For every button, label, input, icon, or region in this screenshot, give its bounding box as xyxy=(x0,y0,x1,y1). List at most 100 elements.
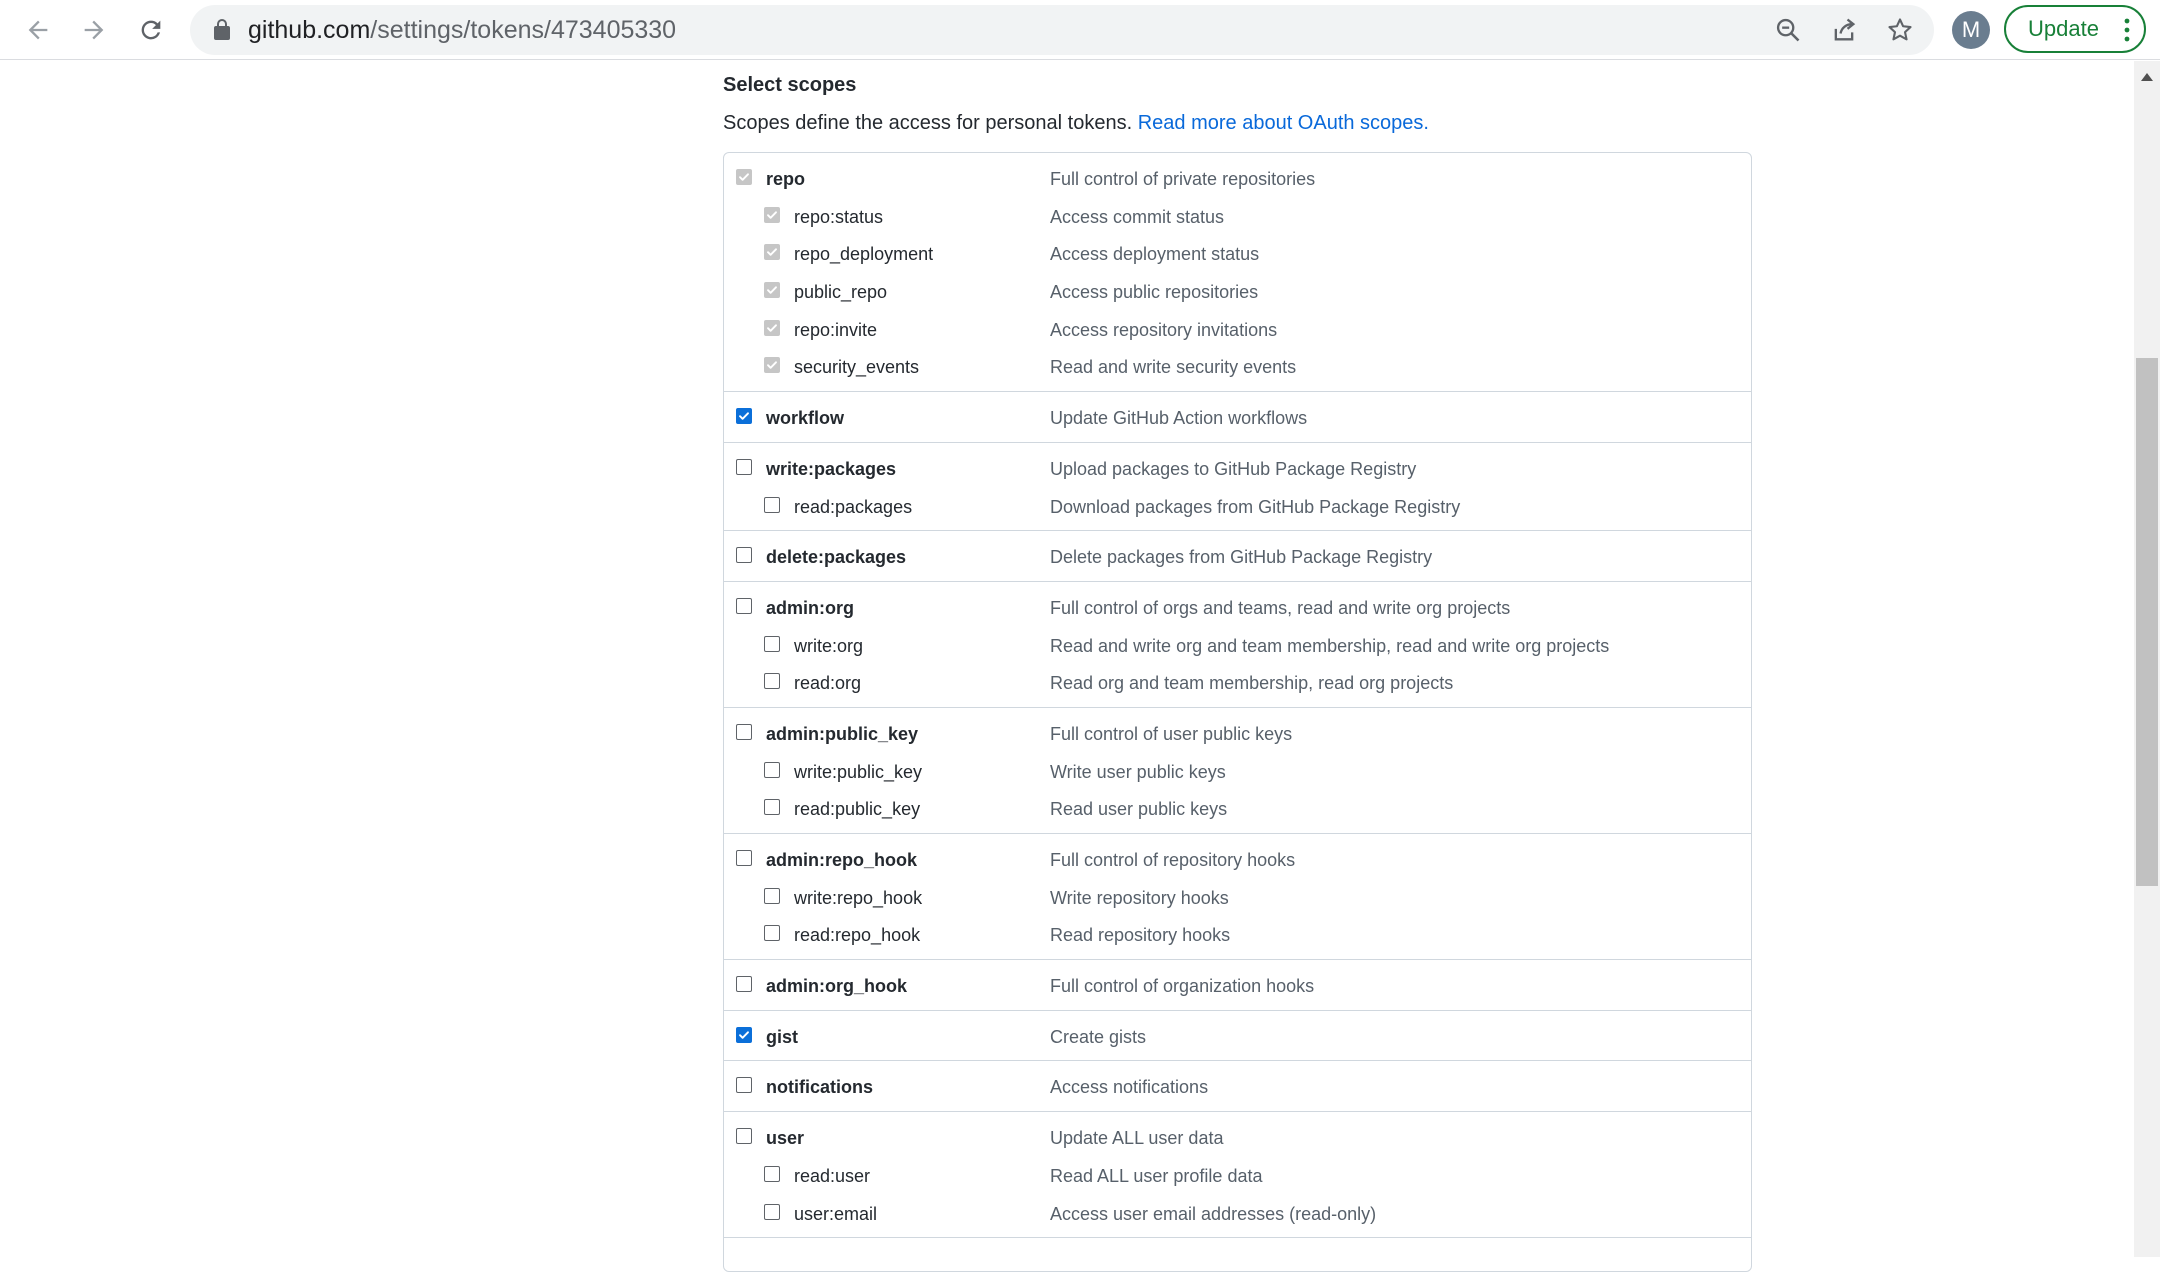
scope-group: notifications Access notifications xyxy=(724,1061,1751,1113)
scope-name[interactable]: user xyxy=(766,1128,804,1149)
oauth-scopes-link[interactable]: Read more about OAuth scopes. xyxy=(1138,112,1429,134)
checkbox-write-repo-hook[interactable] xyxy=(764,887,780,904)
checkbox-repo xyxy=(736,169,752,185)
scope-name[interactable]: admin:repo_hook xyxy=(766,850,917,871)
scope-name[interactable]: write:org xyxy=(794,636,863,657)
scope-name[interactable]: delete:packages xyxy=(766,547,906,568)
checkbox-write-org[interactable] xyxy=(764,635,780,652)
profile-avatar[interactable]: M xyxy=(1952,11,1990,49)
scroll-up-arrow-icon[interactable] xyxy=(2141,73,2153,81)
description-text: Scopes define the access for personal to… xyxy=(723,112,1133,134)
scope-description: Full control of organization hooks xyxy=(1050,976,1315,997)
scope-description: Download packages from GitHub Package Re… xyxy=(1050,496,1461,517)
scrollbar-thumb[interactable] xyxy=(2136,358,2158,886)
scope-description: Create gists xyxy=(1050,1026,1147,1047)
scope-row-write-repo-hook: write:repo_hook Write repository hooks xyxy=(724,878,1751,916)
checkbox-admin-public-key[interactable] xyxy=(736,723,752,740)
scope-description: Full control of user public keys xyxy=(1050,723,1293,744)
scope-name[interactable]: gist xyxy=(766,1027,798,1048)
scope-group: delete:packages Delete packages from GitH… xyxy=(724,531,1751,582)
checkbox-read-public-key[interactable] xyxy=(764,799,780,816)
url-text[interactable]: github.com/settings/tokens/473405330 xyxy=(248,16,676,44)
checkbox-write-packages[interactable] xyxy=(736,458,752,475)
scope-name[interactable]: repo:status xyxy=(794,207,883,228)
scope-name[interactable]: admin:public_key xyxy=(766,724,918,745)
checkbox-read-user[interactable] xyxy=(764,1165,780,1182)
scope-name[interactable]: security_events xyxy=(794,357,919,378)
scope-row-read-user: read:user Read ALL user profile data xyxy=(724,1156,1751,1194)
scope-row-write-packages: write:packages Upload packages to GitHub … xyxy=(724,449,1751,487)
lock-icon[interactable] xyxy=(210,18,234,42)
scope-description: Full control of private repositories xyxy=(1050,169,1316,189)
scope-description: Access public repositories xyxy=(1050,282,1259,303)
page-title: Select scopes xyxy=(723,74,857,96)
bookmark-button[interactable] xyxy=(1884,14,1916,46)
scope-description: Write repository hooks xyxy=(1050,887,1229,908)
checkbox-admin-org[interactable] xyxy=(736,597,752,614)
share-icon xyxy=(1834,18,1856,41)
checkbox-public-repo xyxy=(764,282,780,299)
scope-group: workflow Update GitHub Action workflows xyxy=(724,392,1751,443)
scope-description: Access repository invitations xyxy=(1050,319,1278,340)
update-button[interactable]: Update xyxy=(2004,5,2146,53)
checkbox-read-repo-hook[interactable] xyxy=(764,925,780,942)
checkbox-read-packages[interactable] xyxy=(764,496,780,513)
scope-description: Access commit status xyxy=(1050,206,1225,227)
scope-name[interactable]: read:packages xyxy=(794,497,912,518)
scope-name[interactable]: repo:invite xyxy=(794,320,877,341)
scope-row-admin-public-key: admin:public_key Full control of user pub… xyxy=(724,714,1751,752)
checkbox-user[interactable] xyxy=(736,1128,752,1145)
scope-name[interactable]: read:repo_hook xyxy=(794,925,920,946)
scope-row-repo: repo Full control of private repositories xyxy=(724,159,1751,197)
scope-group: admin:org_hook Full control of organizati… xyxy=(724,960,1751,1011)
scope-row-admin-repo-hook: admin:repo_hook Full control of repositor… xyxy=(724,840,1751,878)
scope-description: Write user public keys xyxy=(1050,761,1226,782)
back-button[interactable] xyxy=(16,8,60,52)
checkbox-delete-packages[interactable] xyxy=(736,547,752,564)
browser-toolbar: github.com/settings/tokens/473405330 M U… xyxy=(0,0,2160,60)
checkbox-gist[interactable] xyxy=(736,1026,752,1043)
scope-description: Read and write org and team membership, … xyxy=(1050,635,1610,656)
scope-name[interactable]: notifications xyxy=(766,1077,873,1098)
scope-name[interactable]: public_repo xyxy=(794,282,887,303)
scope-name[interactable]: admin:org_hook xyxy=(766,976,907,997)
checkbox-notifications[interactable] xyxy=(736,1077,752,1094)
zoom-button[interactable] xyxy=(1772,14,1804,46)
scope-description: Access user email addresses (read-only) xyxy=(1050,1203,1377,1224)
scope-row-user: user Update ALL user data xyxy=(724,1118,1751,1156)
checkbox-workflow[interactable] xyxy=(736,408,752,425)
scope-name[interactable]: read:public_key xyxy=(794,799,920,820)
scope-name[interactable]: user:email xyxy=(794,1204,877,1225)
reload-button[interactable] xyxy=(129,8,173,52)
checkbox-repo-deployment xyxy=(764,244,780,261)
checkbox-repo-status xyxy=(764,206,780,223)
scope-group: repo Full control of private repositories… xyxy=(724,153,1751,393)
scope-name[interactable]: read:org xyxy=(794,673,861,694)
checkbox-security-events xyxy=(764,357,780,374)
scope-row-user-email: user:email Access user email addresses (r… xyxy=(724,1194,1751,1232)
scope-row-delete-packages: delete:packages Delete packages from GitH… xyxy=(724,537,1751,575)
scope-group: admin:org Full control of orgs and teams,… xyxy=(724,582,1751,708)
scope-name[interactable]: write:public_key xyxy=(794,762,922,783)
checkbox-repo-invite xyxy=(764,319,780,336)
scopes-list: repo Full control of private repositories… xyxy=(723,152,1752,1272)
scope-name[interactable]: repo xyxy=(766,169,805,190)
scope-description: Upload packages to GitHub Package Regist… xyxy=(1050,458,1417,479)
scope-name[interactable]: repo_deployment xyxy=(794,244,933,265)
checkbox-user-email[interactable] xyxy=(764,1203,780,1220)
scope-name[interactable]: read:user xyxy=(794,1166,870,1187)
scope-name[interactable]: write:repo_hook xyxy=(794,888,922,909)
scope-description: Read ALL user profile data xyxy=(1050,1165,1263,1186)
vertical-scrollbar[interactable] xyxy=(2134,61,2160,1257)
checkbox-read-org[interactable] xyxy=(764,673,780,690)
share-button[interactable] xyxy=(1828,14,1860,46)
scope-name[interactable]: workflow xyxy=(766,408,844,429)
scope-name[interactable]: write:packages xyxy=(766,459,896,480)
checkbox-admin-repo-hook[interactable] xyxy=(736,850,752,866)
checkbox-write-public-key[interactable] xyxy=(764,761,780,778)
forward-button[interactable] xyxy=(72,8,116,52)
checkbox-admin-org-hook[interactable] xyxy=(736,976,752,993)
scope-name[interactable]: admin:org xyxy=(766,598,854,619)
address-bar[interactable]: github.com/settings/tokens/473405330 xyxy=(190,5,1934,55)
more-vert-icon xyxy=(2124,18,2130,42)
